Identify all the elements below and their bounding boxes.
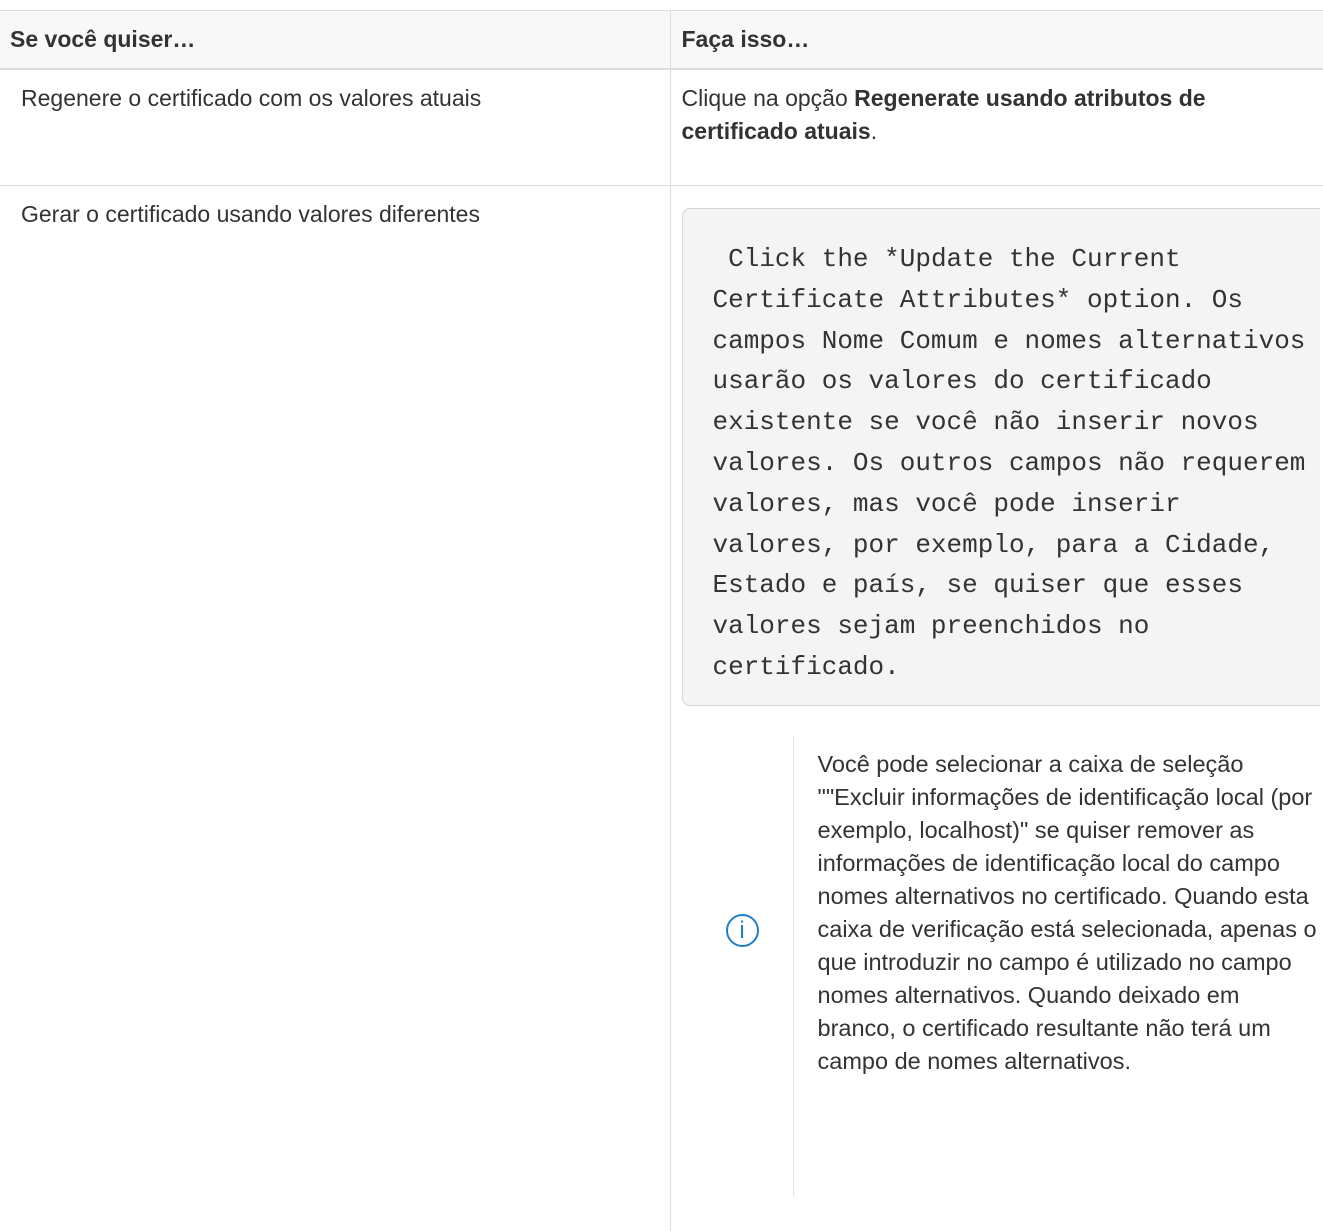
action-prefix: Clique na opção — [682, 85, 855, 111]
condition-text: Regenere o certificado com os valores at… — [0, 70, 670, 115]
note-icon-column: i — [707, 736, 794, 1196]
info-icon: i — [726, 914, 759, 947]
column-header-if-you-want: Se você quiser… — [0, 11, 670, 70]
action-content: Click the *Update the Current Certificat… — [671, 186, 1323, 1196]
options-table: Se você quiser… Faça isso… Regenere o ce… — [0, 10, 1323, 1231]
table-row: Gerar o certificado usando valores difer… — [0, 186, 1323, 1231]
note-text: Você pode selecionar a caixa de seleção … — [818, 748, 1318, 1078]
table-cell: Regenere o certificado com os valores at… — [0, 69, 670, 186]
action-text: Clique na opção Regenerate usando atribu… — [671, 70, 1323, 148]
table-cell: Gerar o certificado usando valores difer… — [0, 186, 670, 1231]
condition-text: Gerar o certificado usando valores difer… — [0, 186, 670, 231]
code-block: Click the *Update the Current Certificat… — [682, 208, 1320, 706]
table-cell: Clique na opção Regenerate usando atribu… — [670, 69, 1323, 186]
column-header-do-this: Faça isso… — [670, 11, 1323, 70]
table-row: Regenere o certificado com os valores at… — [0, 69, 1323, 186]
action-suffix: . — [871, 118, 877, 144]
table-header-row: Se você quiser… Faça isso… — [0, 11, 1323, 70]
table-cell: Click the *Update the Current Certificat… — [670, 186, 1323, 1231]
note-admonition: i Você pode selecionar a caixa de seleçã… — [682, 736, 1323, 1196]
